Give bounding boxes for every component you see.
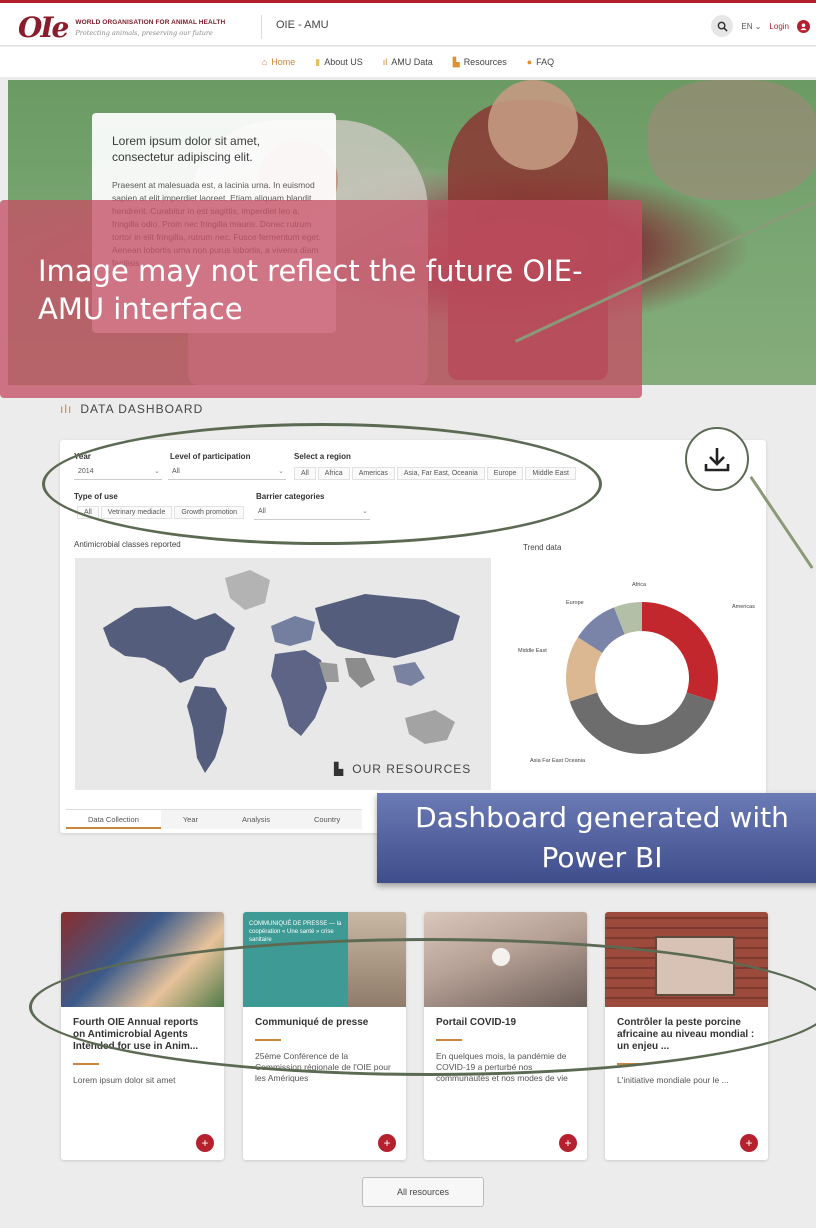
donut-label: Asia Far East Oceania bbox=[530, 758, 586, 764]
resource-desc: L'initiative mondiale pour le ... bbox=[617, 1075, 729, 1085]
donut-slice-asia-far-east-oceania[interactable] bbox=[569, 692, 715, 754]
highlight-ellipse bbox=[42, 423, 602, 545]
highlight-ellipse bbox=[29, 938, 816, 1076]
world-map-svg bbox=[103, 570, 460, 773]
search-button[interactable] bbox=[711, 15, 734, 37]
donut-slice-americas[interactable] bbox=[642, 602, 718, 702]
language-select[interactable]: EN ⌄ bbox=[741, 22, 761, 31]
trend-donut-chart: Americas Asia Far East Oceania Middle East… bbox=[500, 560, 762, 790]
plus-icon[interactable]: + bbox=[740, 1134, 758, 1152]
hero-heading: Lorem ipsum dolor sit amet, consectetur … bbox=[112, 134, 261, 164]
plus-icon[interactable]: + bbox=[559, 1134, 577, 1152]
nav-faq[interactable]: ● FAQ bbox=[527, 57, 554, 67]
main-nav: ⌂ Home ▮ About US ıl AMU Data ▙ Resources ● F… bbox=[0, 47, 816, 77]
book-icon: ▙ bbox=[452, 56, 460, 67]
login-link[interactable]: Login bbox=[769, 22, 789, 31]
donut-label: Americas bbox=[732, 604, 755, 610]
plus-icon[interactable]: + bbox=[378, 1134, 396, 1152]
bar-chart-icon: ıl bbox=[382, 57, 388, 67]
trend-title: Trend data bbox=[523, 543, 562, 552]
donut-label: Middle East bbox=[518, 648, 547, 654]
all-resources-button[interactable]: All resources bbox=[362, 1177, 484, 1207]
logo-mark: OIe bbox=[18, 11, 69, 44]
dashboard-tabs: Data Collection Year Analysis Country bbox=[66, 809, 363, 829]
user-icon[interactable] bbox=[797, 19, 810, 33]
nav-home[interactable]: ⌂ Home bbox=[262, 57, 295, 67]
book-icon: ▙ bbox=[334, 762, 345, 776]
nav-amu-data[interactable]: ıl AMU Data bbox=[383, 57, 433, 67]
donut-label: Europe bbox=[566, 600, 584, 606]
tab-year[interactable]: Year bbox=[161, 810, 220, 829]
tab-country[interactable]: Country bbox=[292, 810, 362, 829]
download-button[interactable] bbox=[685, 427, 749, 491]
top-bar: OIe WORLD ORGANISATION FOR ANIMAL HEALTH… bbox=[0, 0, 816, 46]
question-icon: ● bbox=[526, 57, 533, 67]
disclaimer-text: Image may not reflect the future OIE-AMU… bbox=[38, 254, 583, 326]
tab-analysis[interactable]: Analysis bbox=[220, 810, 292, 829]
chevron-down-icon: ⌄ bbox=[754, 21, 762, 31]
bar-chart-icon: ılı bbox=[60, 402, 73, 416]
tab-data-collection[interactable]: Data Collection bbox=[66, 810, 161, 829]
map-title: Antimicrobial classes reported bbox=[74, 540, 181, 549]
org-name: WORLD ORGANISATION FOR ANIMAL HEALTH bbox=[75, 18, 226, 26]
donut-svg: Americas Asia Far East Oceania Middle East… bbox=[518, 582, 755, 764]
powerbi-banner-text: Dashboard generated with Power BI bbox=[415, 801, 789, 874]
nav-resources[interactable]: ▙ Resources bbox=[453, 57, 507, 68]
app-name: OIE - AMU bbox=[276, 19, 329, 31]
nav-about[interactable]: ▮ About US bbox=[315, 57, 362, 68]
resource-desc: Lorem ipsum dolor sit amet bbox=[73, 1075, 176, 1085]
accent-bar bbox=[73, 1063, 99, 1065]
plus-icon[interactable]: + bbox=[196, 1134, 214, 1152]
search-icon bbox=[717, 21, 728, 32]
donut-label: Africa bbox=[632, 582, 647, 588]
org-tagline: Protecting animals, preserving our futur… bbox=[75, 28, 213, 37]
header-divider bbox=[261, 15, 262, 39]
dashboard-title: ılı DATA DASHBOARD bbox=[60, 402, 204, 416]
oie-logo[interactable]: OIe WORLD ORGANISATION FOR ANIMAL HEALTH… bbox=[18, 11, 225, 44]
info-icon: ▮ bbox=[315, 56, 321, 67]
resources-title: ▙ OUR RESOURCES bbox=[334, 762, 472, 776]
world-map[interactable] bbox=[75, 558, 491, 790]
download-icon bbox=[704, 448, 730, 472]
home-icon: ⌂ bbox=[261, 57, 268, 67]
